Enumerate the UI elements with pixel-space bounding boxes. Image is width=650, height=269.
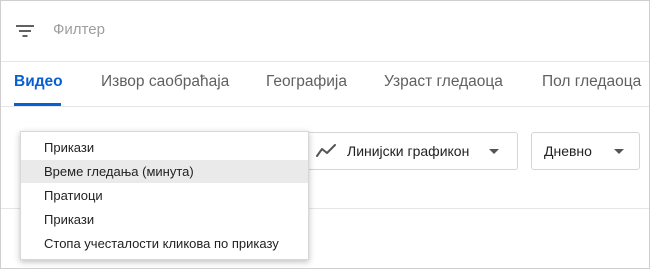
menu-item-ctr[interactable]: Стопа учесталости кликова по приказу bbox=[21, 232, 308, 255]
menu-item-views-2[interactable]: Прикази bbox=[21, 208, 308, 231]
tab-traffic-source[interactable]: Извор саобраћаја bbox=[101, 73, 229, 91]
filter-input[interactable]: Филтер bbox=[53, 21, 105, 38]
line-chart-icon bbox=[316, 144, 336, 158]
period-select[interactable]: Дневно bbox=[531, 132, 640, 170]
tab-viewer-age[interactable]: Узраст гледаоца bbox=[384, 73, 503, 91]
metric-dropdown-menu: Прикази Време гледања (минута) Пратиоци … bbox=[20, 131, 309, 260]
menu-item-views[interactable]: Прикази bbox=[21, 136, 308, 159]
filter-icon[interactable] bbox=[15, 23, 35, 39]
tab-bar: Видео Извор саобраћаја Географија Узраст… bbox=[1, 61, 649, 107]
menu-item-subscribers[interactable]: Пратиоци bbox=[21, 184, 308, 207]
chart-type-label: Линијски графикон bbox=[347, 143, 470, 159]
chevron-down-icon bbox=[614, 149, 624, 154]
menu-item-watch-time[interactable]: Време гледања (минута) bbox=[21, 160, 308, 183]
analytics-panel: Филтер Видео Извор саобраћаја Географија… bbox=[0, 0, 650, 269]
filter-bar[interactable]: Филтер bbox=[1, 1, 649, 62]
tab-video[interactable]: Видео bbox=[14, 73, 63, 91]
tab-viewer-gender[interactable]: Пол гледаоца bbox=[542, 73, 641, 91]
chart-type-select[interactable]: Линијски графикон bbox=[305, 132, 518, 170]
chevron-down-icon bbox=[489, 149, 499, 154]
active-tab-indicator bbox=[14, 103, 61, 106]
period-label: Дневно bbox=[544, 143, 592, 159]
tab-geography[interactable]: Географија bbox=[266, 73, 347, 91]
